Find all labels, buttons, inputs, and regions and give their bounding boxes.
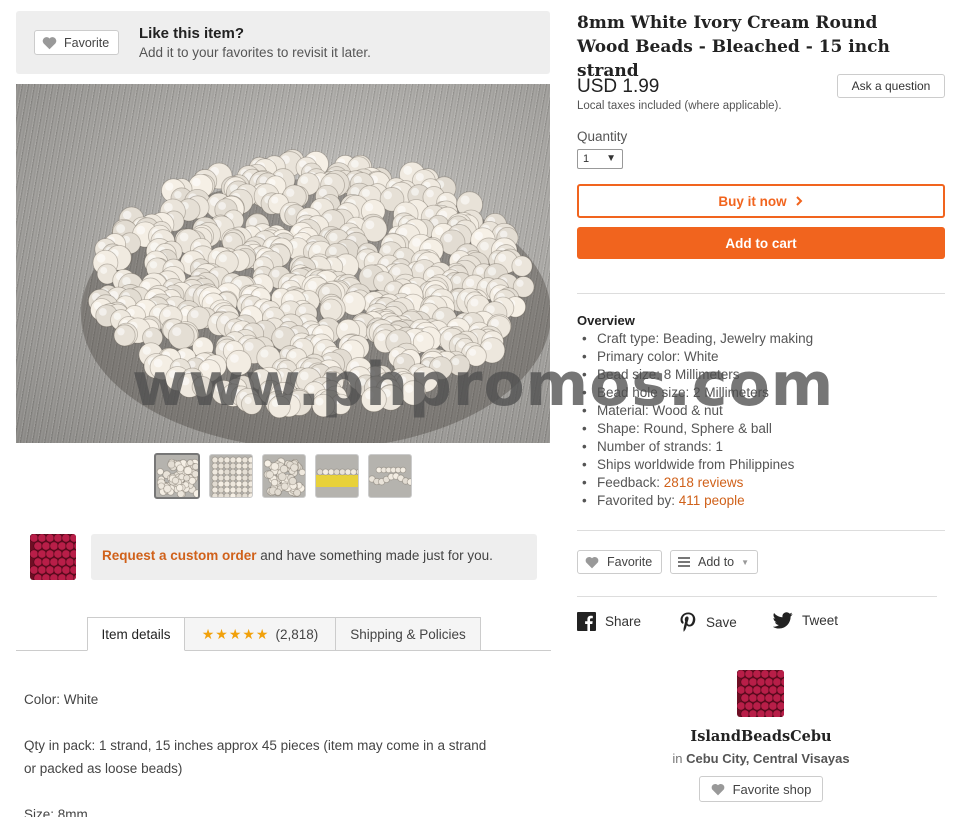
tab-shipping-policies[interactable]: Shipping & Policies [335,617,481,651]
tab-item-details-label: Item details [101,626,171,642]
ask-question-button[interactable]: Ask a question [837,74,945,98]
buy-it-now-button[interactable]: Buy it now [577,184,945,218]
thumbnail-strip [154,453,412,499]
chevron-right-icon [795,196,803,206]
thumbnail-5[interactable] [368,454,412,498]
shop-location-city[interactable]: Cebu City, Central Visayas [686,751,850,766]
quantity-value: 1 [583,153,590,165]
favorite-button-label: Favorite [607,555,653,569]
favorite-item-button-label: Favorite [64,35,110,50]
add-to-label: Add to [698,555,735,569]
product-price: USD 1.99 [577,76,660,97]
share-facebook[interactable]: Share [577,612,641,631]
description-color: Color: White [24,692,99,707]
overview-item-bead-hole-size: Bead hole size: 2 Millimeters [577,384,945,402]
overview-item-feedback: Feedback: 2818 reviews [577,474,945,492]
shop-avatar[interactable] [737,670,784,717]
divider-top [577,293,945,294]
tab-reviews[interactable]: ★★★★★ (2,818) [184,617,336,651]
heart-icon [585,556,599,568]
custom-order-box: Request a custom order and have somethin… [91,534,537,580]
pinterest-icon [680,612,696,632]
overview-item-material: Material: Wood & nut [577,402,945,420]
feedback-label: Feedback: [597,475,664,490]
favorite-shop-button[interactable]: Favorite shop [699,776,823,802]
thumbnail-3[interactable] [262,454,306,498]
request-custom-order-link[interactable]: Request a custom order [102,548,257,563]
favorited-label: Favorited by: [597,493,679,508]
reviews-count: (2,818) [275,626,319,642]
add-to-list-button[interactable]: Add to ▼ [670,550,758,574]
feedback-reviews-link[interactable]: 2818 reviews [664,475,744,490]
favorite-banner-title: Like this item? [139,25,245,42]
overview-item-craft-type: Craft type: Beading, Jewelry making [577,330,945,348]
shop-location-prefix: in [672,751,687,766]
shop-avatar-small[interactable] [30,534,76,580]
description-qty-line1: Qty in pack: 1 strand, 15 inches approx … [24,738,487,753]
shop-location: in Cebu City, Central Visayas [577,751,945,766]
share-twitter-label: Tweet [802,613,839,628]
dropdown-arrow-icon: ▼ [606,153,616,164]
tax-note: Local taxes included (where applicable). [577,100,782,112]
overview-list: Craft type: Beading, Jewelry making Prim… [577,330,945,510]
add-to-cart-button[interactable]: Add to cart [577,227,945,259]
overview-item-strands: Number of strands: 1 [577,438,945,456]
share-pinterest[interactable]: Save [679,612,737,632]
product-title: 8mm White Ivory Cream Round Wood Beads -… [577,13,890,81]
quantity-label: Quantity [577,129,628,144]
heart-icon [42,36,57,49]
buy-it-now-label: Buy it now [718,193,787,209]
list-icon [678,557,690,567]
overview-item-shape: Shape: Round, Sphere & ball [577,420,945,438]
overview-item-ships-from: Ships worldwide from Philippines [577,456,945,474]
quantity-select[interactable]: 1 ▼ [577,149,623,169]
heart-icon [711,783,724,795]
favorite-shop-label: Favorite shop [732,781,812,797]
tab-item-details[interactable]: Item details [87,617,185,651]
favorited-people-link[interactable]: 411 people [679,493,745,508]
favorite-banner: Favorite Like this item? Add it to your … [16,11,550,74]
overview-title: Overview [577,313,635,328]
overview-item-favorited: Favorited by: 411 people [577,492,945,510]
tab-shipping-label: Shipping & Policies [350,626,466,642]
share-facebook-label: Share [605,614,642,629]
thumbnail-4[interactable] [315,454,359,498]
beads-pile-image [81,149,550,443]
shop-name[interactable]: IslandBeadsCebu [577,728,945,745]
main-product-image[interactable] [16,84,550,443]
overview-item-primary-color: Primary color: White [577,348,945,366]
favorite-item-button[interactable]: Favorite [34,30,119,55]
favorite-banner-subtitle: Add it to your favorites to revisit it l… [139,45,371,60]
thumbnail-1[interactable] [154,453,200,499]
twitter-icon [773,612,793,629]
share-pinterest-label: Save [706,614,737,630]
custom-order-text: and have something made just for you. [256,548,493,563]
overview-item-bead-size: Bead size: 8 Millimeters [577,366,945,384]
divider-middle [577,530,945,531]
description-qty-line2: or packed as loose beads) [24,761,183,776]
share-twitter[interactable]: Tweet [773,612,838,629]
rating-stars-icon: ★★★★★ [201,625,270,642]
favorite-button[interactable]: Favorite [577,550,662,574]
caret-down-icon: ▼ [741,557,750,567]
thumbnail-2[interactable] [209,454,253,498]
divider-share [577,596,937,597]
description-size: Size: 8mm [24,807,88,817]
facebook-icon [577,612,596,631]
